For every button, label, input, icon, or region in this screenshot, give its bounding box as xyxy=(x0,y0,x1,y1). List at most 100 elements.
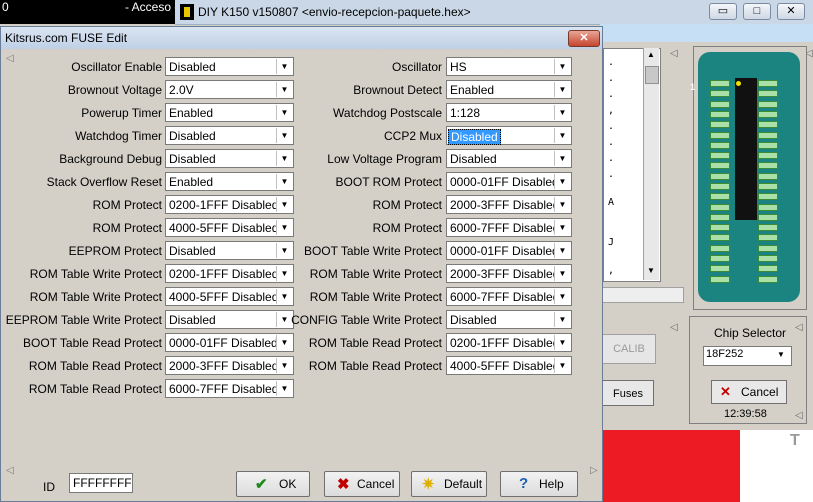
fuse-dropdown[interactable]: 4000-5FFF Disabled ▼ xyxy=(446,356,572,375)
chevron-down-icon[interactable]: ▼ xyxy=(554,266,570,281)
socket-pin xyxy=(758,162,778,170)
hex-scrollbar[interactable]: ▲ ▼ xyxy=(643,48,659,280)
splitter-grip-icon[interactable]: ◁ xyxy=(6,465,14,476)
chevron-down-icon[interactable]: ▼ xyxy=(554,82,570,97)
chip-selector-label: Chip Selector xyxy=(714,326,787,340)
dialog-close-button[interactable]: ✕ xyxy=(568,30,600,47)
fuse-dropdown[interactable]: 6000-7FFF Disabled ▼ xyxy=(446,287,572,306)
chevron-down-icon[interactable]: ▼ xyxy=(276,289,292,304)
chevron-down-icon[interactable]: ▼ xyxy=(554,174,570,189)
socket-pin xyxy=(710,141,730,149)
chevron-down-icon[interactable]: ▼ xyxy=(276,151,292,166)
fuse-dropdown[interactable]: Enabled ▼ xyxy=(165,103,294,122)
chevron-down-icon[interactable]: ▼ xyxy=(276,105,292,120)
chevron-down-icon[interactable]: ▼ xyxy=(276,59,292,74)
chevron-down-icon[interactable]: ▼ xyxy=(554,335,570,350)
fuse-dropdown[interactable]: 2000-3FFF Disabled ▼ xyxy=(446,195,572,214)
minimize-button[interactable]: ▭ xyxy=(709,3,737,20)
socket-pin xyxy=(758,100,778,108)
fuse-dropdown[interactable]: 2.0V ▼ xyxy=(165,80,294,99)
default-button[interactable]: ✷ Default xyxy=(411,471,487,497)
fuses-button[interactable]: Fuses xyxy=(602,380,654,406)
fuse-dropdown[interactable]: Enabled ▼ xyxy=(446,80,572,99)
fuse-dropdown[interactable]: 4000-5FFF Disabled ▼ xyxy=(165,287,294,306)
fuse-value: Disabled xyxy=(169,313,216,327)
socket-pin xyxy=(710,275,730,283)
fuse-dropdown[interactable]: 0200-1FFF Disabled ▼ xyxy=(165,195,294,214)
fuse-dropdown[interactable]: 4000-5FFF Disabled ▼ xyxy=(165,218,294,237)
chevron-down-icon[interactable]: ▼ xyxy=(276,197,292,212)
chevron-down-icon[interactable]: ▼ xyxy=(276,358,292,373)
fuse-label: ROM Table Write Protect xyxy=(29,290,162,304)
chevron-down-icon[interactable]: ▼ xyxy=(276,243,292,258)
fuse-dropdown[interactable]: 2000-3FFF Disabled ▼ xyxy=(446,264,572,283)
fuse-dropdown[interactable]: Disabled ▼ xyxy=(446,310,572,329)
socket-pin xyxy=(710,254,730,262)
fuse-dropdown[interactable]: Disabled ▼ xyxy=(446,126,572,145)
chevron-down-icon[interactable]: ▼ xyxy=(276,335,292,350)
fuse-dropdown[interactable]: 6000-7FFF Disabled ▼ xyxy=(446,218,572,237)
socket-pin xyxy=(710,203,730,211)
window-close-button[interactable]: ✕ xyxy=(777,3,805,20)
fuse-dropdown[interactable]: 0200-1FFF Disabled ▼ xyxy=(165,264,294,283)
chevron-down-icon[interactable]: ▼ xyxy=(554,151,570,166)
splitter-left-icon[interactable]: ◁ xyxy=(670,48,678,59)
fuse-label: BOOT Table Write Protect xyxy=(303,244,442,258)
socket-pin xyxy=(710,213,730,221)
fuse-dropdown[interactable]: 2000-3FFF Disabled ▼ xyxy=(165,356,294,375)
chevron-down-icon[interactable]: ▼ xyxy=(554,220,570,235)
chevron-down-icon[interactable]: ▼ xyxy=(276,174,292,189)
scroll-thumb[interactable] xyxy=(645,66,659,84)
fuse-label: EEPROM Table Write Protect xyxy=(5,313,162,327)
chevron-down-icon[interactable]: ▼ xyxy=(276,82,292,97)
chevron-down-icon[interactable]: ▼ xyxy=(774,348,788,362)
chevron-down-icon[interactable]: ▼ xyxy=(554,105,570,120)
scroll-down-icon[interactable]: ▼ xyxy=(646,266,656,276)
fuse-value: 4000-5FFF Disabled xyxy=(169,290,279,304)
fuse-label: ROM Table Read Protect xyxy=(28,382,162,396)
chevron-down-icon[interactable]: ▼ xyxy=(554,128,570,143)
fuse-dropdown[interactable]: Disabled ▼ xyxy=(446,149,572,168)
chevron-down-icon[interactable]: ▼ xyxy=(276,312,292,327)
ok-button[interactable]: ✔ OK xyxy=(236,471,310,497)
fuse-value: 0000-01FF Disabled xyxy=(450,175,559,189)
splitter-grip-icon[interactable]: ◁ xyxy=(6,53,14,64)
chevron-down-icon[interactable]: ▼ xyxy=(276,266,292,281)
fuse-value: Enabled xyxy=(169,106,214,120)
scroll-up-icon[interactable]: ▲ xyxy=(646,50,656,60)
chevron-down-icon[interactable]: ▼ xyxy=(276,381,292,396)
fuse-dropdown[interactable]: 0000-01FF Disabled ▼ xyxy=(446,241,572,260)
fuse-dropdown[interactable]: Disabled ▼ xyxy=(165,149,294,168)
splitter-left-icon[interactable]: ◁ xyxy=(670,322,678,333)
calib-button[interactable]: CALIB xyxy=(602,334,656,364)
fuse-value: Disabled xyxy=(448,129,501,145)
fuse-dropdown[interactable]: Disabled ▼ xyxy=(165,310,294,329)
fuse-value: 4000-5FFF Disabled xyxy=(450,359,560,373)
maximize-button[interactable]: □ xyxy=(743,3,771,20)
splitter-grip-icon[interactable]: ▷ xyxy=(590,465,598,476)
fuse-dropdown[interactable]: HS ▼ xyxy=(446,57,572,76)
fuse-label: BOOT ROM Protect xyxy=(335,175,442,189)
chevron-down-icon[interactable]: ▼ xyxy=(554,197,570,212)
chevron-down-icon[interactable]: ▼ xyxy=(276,220,292,235)
chevron-down-icon[interactable]: ▼ xyxy=(554,312,570,327)
fuse-dropdown[interactable]: Enabled ▼ xyxy=(165,172,294,191)
cancel-button[interactable]: ✖ Cancel xyxy=(324,471,400,497)
help-button[interactable]: ? Help xyxy=(500,471,578,497)
chevron-down-icon[interactable]: ▼ xyxy=(554,358,570,373)
fuse-dropdown[interactable]: 0200-1FFF Disabled ▼ xyxy=(446,333,572,352)
chevron-down-icon[interactable]: ▼ xyxy=(554,243,570,258)
fuse-dropdown[interactable]: Disabled ▼ xyxy=(165,126,294,145)
fuse-dropdown[interactable]: Disabled ▼ xyxy=(165,241,294,260)
fuse-dropdown[interactable]: Disabled ▼ xyxy=(165,57,294,76)
hex-line: . xyxy=(608,121,615,132)
fuse-dropdown[interactable]: 0000-01FF Disabled ▼ xyxy=(446,172,572,191)
fuse-dropdown[interactable]: 1:128 ▼ xyxy=(446,103,572,122)
chevron-down-icon[interactable]: ▼ xyxy=(554,59,570,74)
chevron-down-icon[interactable]: ▼ xyxy=(276,128,292,143)
fuse-dropdown[interactable]: 0000-01FF Disabled ▼ xyxy=(165,333,294,352)
fuse-value: 2000-3FFF Disabled xyxy=(450,267,560,281)
chevron-down-icon[interactable]: ▼ xyxy=(554,289,570,304)
fuse-dropdown[interactable]: 6000-7FFF Disabled ▼ xyxy=(165,379,294,398)
pin1-dot-icon xyxy=(736,81,741,86)
